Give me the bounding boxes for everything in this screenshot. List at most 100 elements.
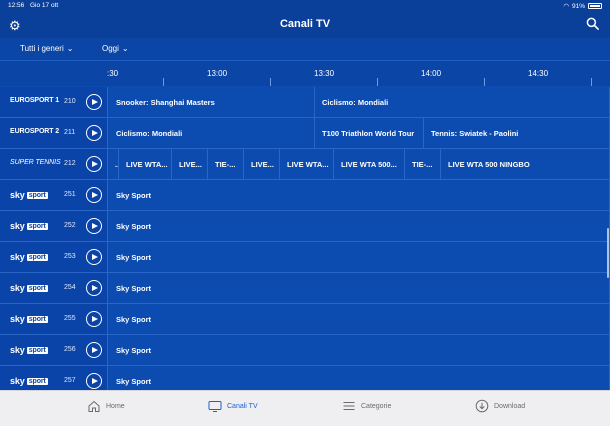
play-icon[interactable] [86,373,102,389]
play-icon[interactable] [86,218,102,234]
channel-logo: EUROSPORT 1 [10,97,60,104]
download-icon [475,399,489,413]
logo-sky-text: sky [10,314,25,324]
channel-cell[interactable]: sky sport 257 [0,366,108,390]
program-cell[interactable]: LIVE... [244,149,280,179]
channel-row: SUPER TENNIS 212 ... LIVE WTA... LIVE...… [0,149,610,180]
program-cell[interactable]: LIVE WTA... [280,149,334,179]
channel-cell[interactable]: sky sport 256 [0,335,108,365]
status-time: 12:56 [8,2,25,9]
channel-cell[interactable]: EUROSPORT 1 210 [0,87,108,117]
program-cell[interactable]: LIVE WTA... [119,149,172,179]
status-bar: 12:56 Gio 17 ott ◠ 91% [0,0,610,12]
logo-sport-text: sport [26,315,48,323]
channel-logo: SUPER TENNIS [10,159,61,166]
channel-number: 253 [64,253,76,260]
channel-row: sky sport 252 Sky Sport [0,211,610,242]
half-tick-mark [270,78,271,86]
tab-canali-tv-label: Canali TV [227,402,258,410]
tab-download-label: Download [494,402,526,410]
program-cell[interactable]: Sky Sport [109,180,610,210]
channel-number: 256 [64,346,76,353]
battery-level: 91% [571,2,585,10]
program-cell[interactable]: LIVE WTA 500... [334,149,405,179]
menu-icon [343,402,355,410]
channel-logo: sky sport [10,252,48,262]
play-icon[interactable] [86,342,102,358]
logo-sport-text: sport [26,346,48,354]
channel-number: 212 [64,160,76,167]
channel-number: 210 [64,98,76,105]
logo-sport-text: sport [26,377,48,385]
day-filter-label: Oggi [102,44,119,53]
channel-number: 251 [64,191,76,198]
logo-sky-text: sky [10,252,25,262]
tab-download[interactable]: Download [475,399,525,413]
program-cell[interactable]: Sky Sport [109,366,610,390]
channel-cell[interactable]: SUPER TENNIS 212 [0,149,108,179]
channel-row: sky sport 253 Sky Sport [0,242,610,273]
program-cell[interactable]: Snooker: Shanghai Masters [109,87,315,117]
channel-number: 252 [64,222,76,229]
epg-grid[interactable]: EUROSPORT 1 210 Snooker: Shanghai Master… [0,87,610,390]
program-cell[interactable]: ... [109,149,119,179]
channel-row: sky sport 254 Sky Sport [0,273,610,304]
half-tick-mark [377,78,378,86]
bottom-nav: Home Canali TV Categorie Download [0,390,610,426]
program-cell[interactable]: LIVE WTA 500 NINGBO [441,149,610,179]
play-icon[interactable] [86,94,102,110]
channel-row: sky sport 256 Sky Sport [0,335,610,366]
half-tick-mark [163,78,164,86]
logo-sky-text: sky [10,345,25,355]
channel-cell[interactable]: EUROSPORT 2 211 [0,118,108,148]
genre-filter-label: Tutti i generi [20,44,64,53]
program-cell[interactable]: Ciclismo: Mondiali [315,87,610,117]
time-tick: 13:00 [207,69,228,78]
tab-categorie[interactable]: Categorie [342,399,391,413]
battery-icon [588,3,602,9]
day-filter[interactable]: Oggi ⌄ [102,44,129,53]
channel-logo: sky sport [10,345,48,355]
top-bar: ⚙ Canali TV [0,12,610,38]
channel-cell[interactable]: sky sport 255 [0,304,108,334]
scrollbar[interactable] [607,228,609,278]
tab-home[interactable]: Home [87,399,125,413]
program-cell[interactable]: Sky Sport [109,211,610,241]
channel-logo: sky sport [10,283,48,293]
search-icon[interactable] [586,17,599,30]
program-cell[interactable]: LIVE... [172,149,208,179]
channel-logo: sky sport [10,221,48,231]
play-icon[interactable] [86,125,102,141]
channel-logo: sky sport [10,376,48,386]
play-icon[interactable] [86,187,102,203]
channel-row: EUROSPORT 1 210 Snooker: Shanghai Master… [0,87,610,118]
tab-canali-tv[interactable]: Canali TV [208,399,258,413]
genre-filter[interactable]: Tutti i generi ⌄ [20,44,73,53]
program-cell[interactable]: T100 Triathlon World Tour [315,118,424,148]
logo-sky-text: sky [10,376,25,386]
status-right: ◠ 91% [563,2,602,10]
filter-bar: Tutti i generi ⌄ Oggi ⌄ [0,38,610,60]
program-cell[interactable]: Ciclismo: Mondiali [109,118,315,148]
program-cell[interactable]: Tennis: Swiatek - Paolini [424,118,610,148]
channel-logo: sky sport [10,314,48,324]
chevron-down-icon: ⌄ [66,44,74,53]
logo-sport-text: sport [26,253,48,261]
channel-cell[interactable]: sky sport 254 [0,273,108,303]
program-cell[interactable]: Sky Sport [109,335,610,365]
logo-sport-text: sport [26,191,48,199]
time-tick: :30 [107,69,119,78]
play-icon[interactable] [86,249,102,265]
play-icon[interactable] [86,311,102,327]
program-cell[interactable]: Sky Sport [109,304,610,334]
program-cell[interactable]: Sky Sport [109,273,610,303]
program-cell[interactable]: Sky Sport [109,242,610,272]
channel-cell[interactable]: sky sport 251 [0,180,108,210]
play-icon[interactable] [86,280,102,296]
program-cell[interactable]: TIE-... [208,149,244,179]
channel-cell[interactable]: sky sport 253 [0,242,108,272]
play-icon[interactable] [86,156,102,172]
channel-cell[interactable]: sky sport 252 [0,211,108,241]
logo-sky-text: sky [10,190,25,200]
program-cell[interactable]: TIE-... [405,149,441,179]
